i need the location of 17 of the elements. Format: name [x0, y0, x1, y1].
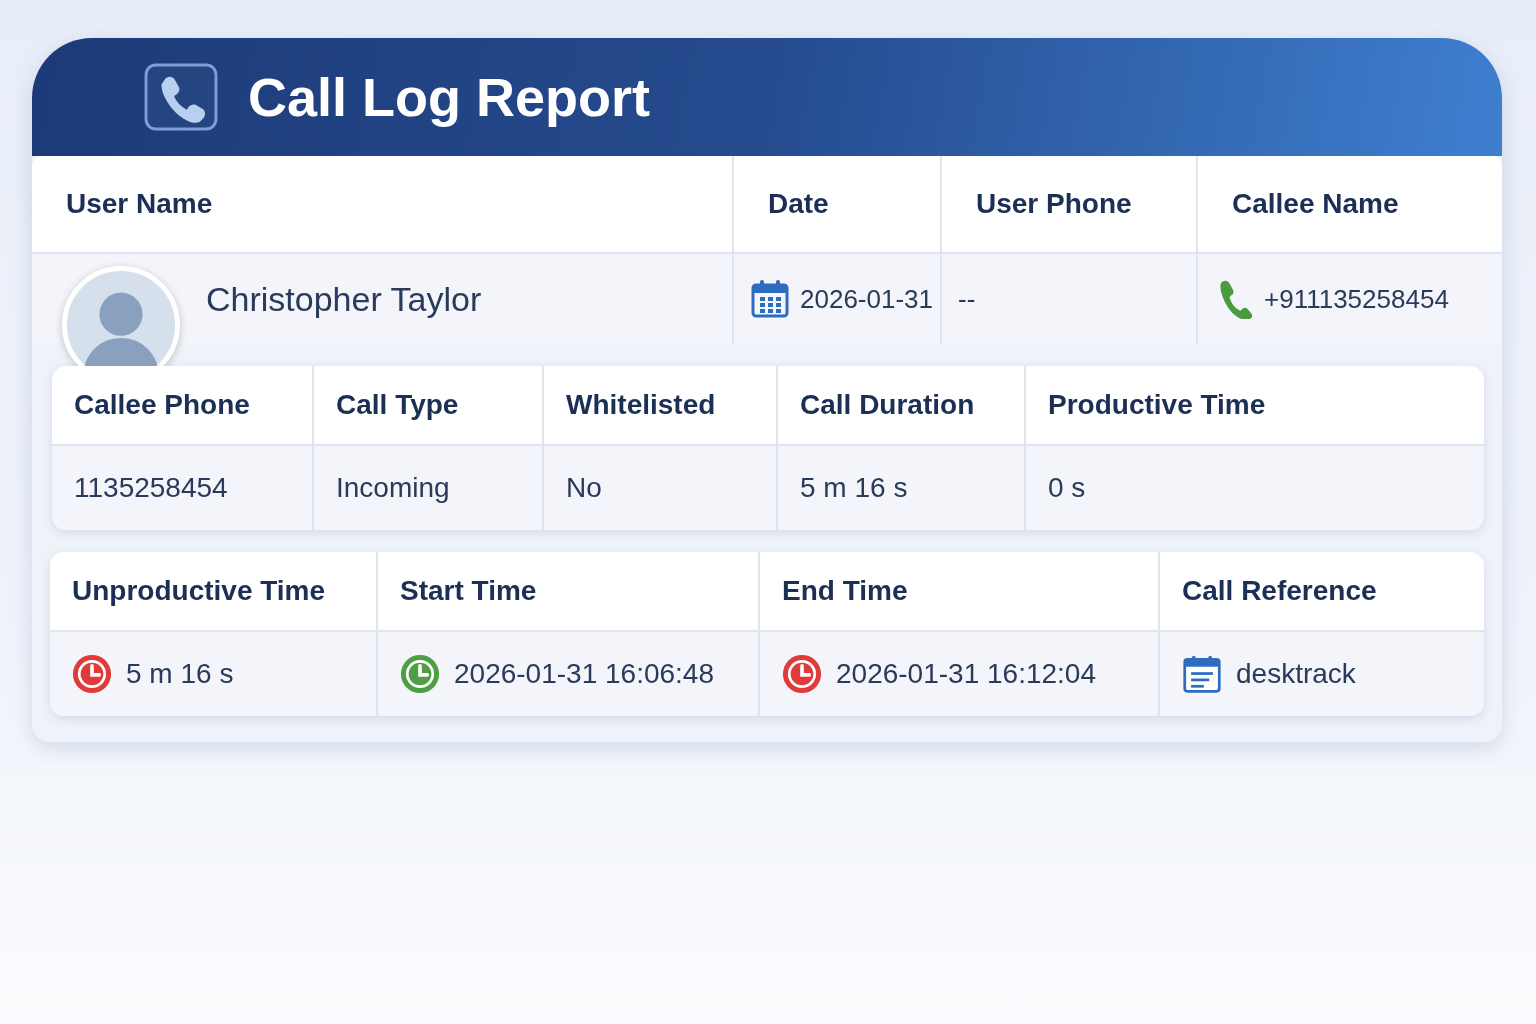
cell-value: 0 s [1048, 472, 1086, 504]
cell-value: +911135258454 [1264, 283, 1449, 315]
cell-value: Christopher Taylor [206, 279, 482, 319]
cell-value: 1135258454 [74, 472, 228, 504]
cell-value: 5 m 16 s [126, 658, 234, 690]
cell-value: 5 m 16 s [800, 472, 908, 504]
cell-value: Incoming [336, 472, 450, 504]
cell-value: desktrack [1236, 658, 1356, 690]
calendar-icon [750, 279, 790, 319]
document-icon [1182, 654, 1222, 694]
cell-value: 2026-01-31 16:06:48 [454, 658, 714, 690]
cell-value: No [566, 472, 602, 504]
cell-value: 2026-01-31 [800, 283, 933, 315]
report-title: Call Log Report [248, 66, 650, 128]
phone-icon [144, 63, 218, 131]
cell-value: 2026-01-31 16:12:04 [836, 658, 1096, 690]
cell-value: -- [958, 283, 976, 315]
